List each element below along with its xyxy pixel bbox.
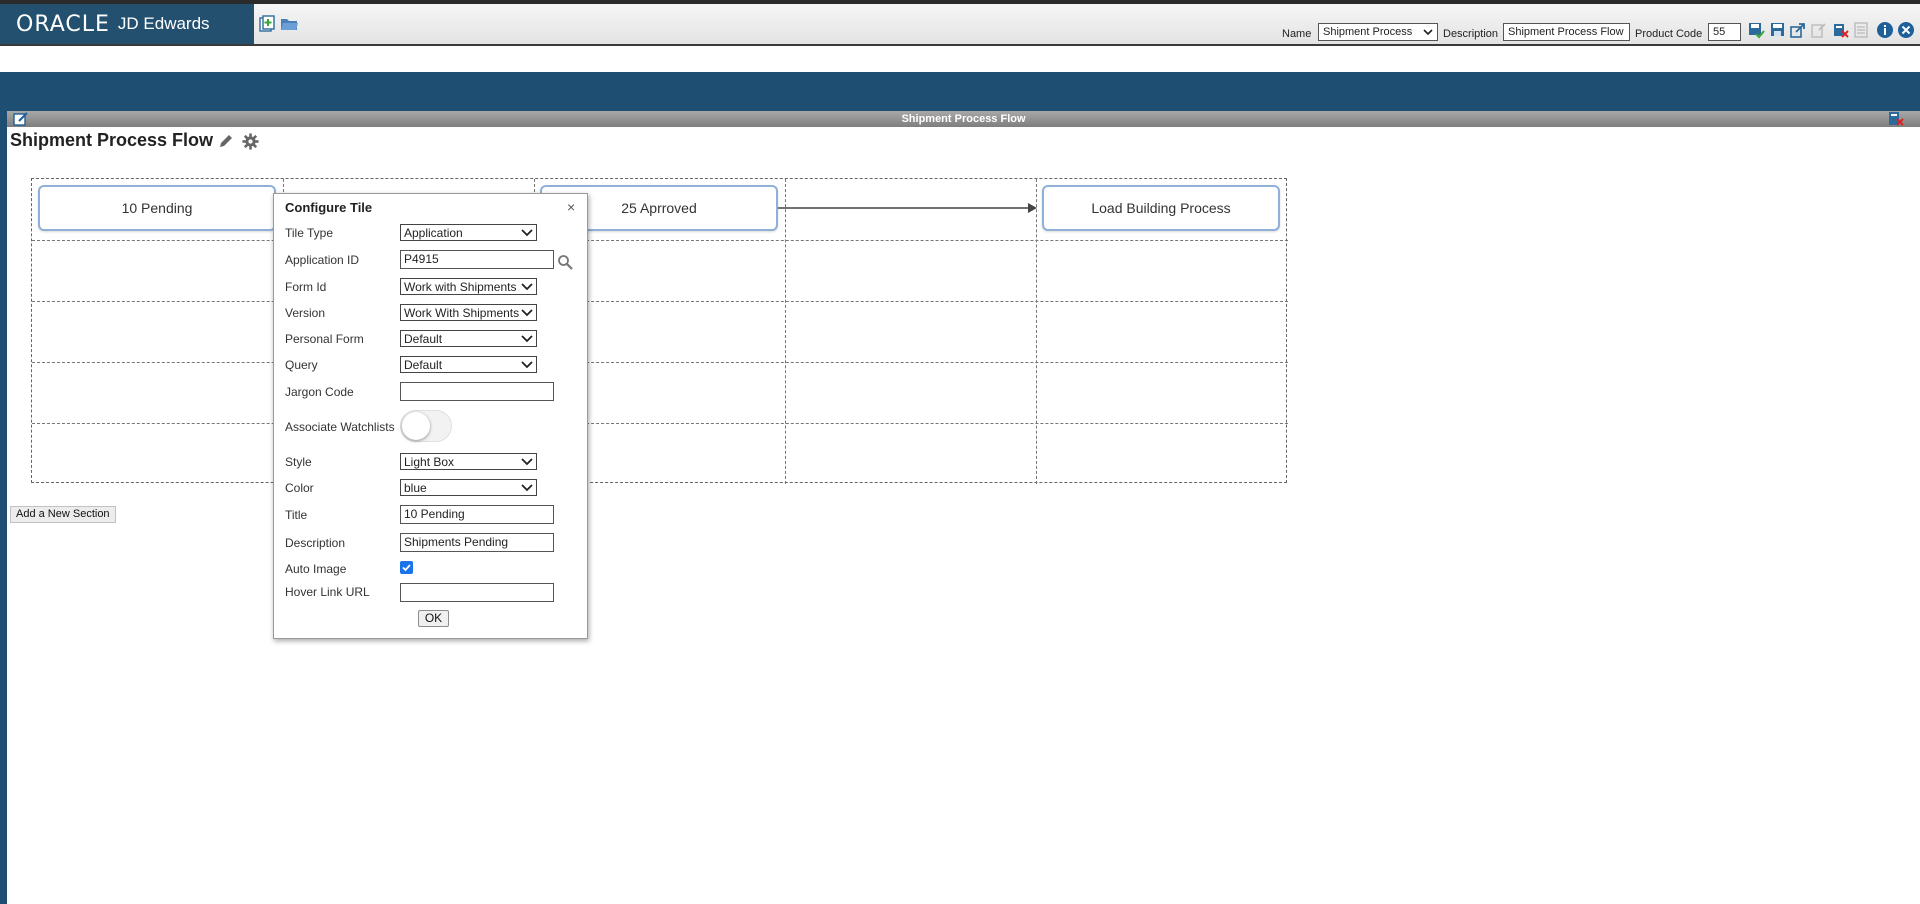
version-label: Version — [285, 306, 326, 320]
dialog-close-button[interactable]: × — [567, 200, 575, 214]
edit-panel-icon[interactable] — [13, 112, 29, 126]
version-value: Work With Shipments — [404, 305, 520, 320]
jargon-code-label: Jargon Code — [285, 385, 354, 399]
application-id-input[interactable]: P4915 — [400, 250, 554, 269]
query-label: Query — [285, 358, 318, 372]
personal-form-value: Default — [404, 331, 443, 346]
checkmark-icon — [402, 564, 411, 572]
delete-icon[interactable] — [1831, 21, 1849, 39]
application-id-label: Application ID — [285, 253, 360, 267]
personal-form-select[interactable]: Default — [400, 330, 537, 347]
associate-watchlists-toggle[interactable] — [400, 410, 452, 442]
query-value: Default — [404, 357, 443, 372]
brand-jde: JD Edwards — [117, 14, 210, 33]
request-publish-icon — [1811, 23, 1826, 38]
name-select[interactable]: Shipment Process — [1318, 23, 1438, 41]
search-icon[interactable] — [557, 254, 573, 270]
tile-type-value: Application — [404, 225, 463, 240]
version-select[interactable]: Work With Shipments — [400, 304, 537, 321]
form-id-select[interactable]: Work with Shipments — [400, 278, 537, 295]
color-label: Color — [285, 481, 314, 495]
pencil-icon[interactable] — [218, 133, 234, 149]
style-select[interactable]: Light Box — [400, 453, 537, 470]
panel-title-bar: Shipment Process Flow — [7, 111, 1920, 127]
auto-image-label: Auto Image — [285, 562, 347, 576]
share-icon[interactable] — [1789, 21, 1807, 39]
description-field-input[interactable]: Shipments Pending — [400, 533, 554, 552]
hover-link-url-label: Hover Link URL — [285, 585, 370, 599]
product-code-input[interactable]: 55 — [1708, 23, 1741, 41]
add-section-button[interactable]: Add a New Section — [10, 506, 116, 523]
tile-load-building-process[interactable]: Load Building Process — [1042, 185, 1280, 231]
grid-divider — [785, 179, 786, 484]
save-and-approve-icon[interactable] — [1747, 21, 1765, 39]
description-field-label: Description — [285, 536, 346, 550]
auto-image-checkbox[interactable] — [400, 561, 413, 574]
chevron-down-icon — [521, 308, 533, 316]
product-code-label: Product Code — [1635, 28, 1703, 40]
associate-watchlists-label: Associate Watchlists — [285, 420, 395, 434]
color-value: blue — [404, 480, 427, 495]
chevron-down-icon — [521, 282, 533, 290]
description-label: Description — [1443, 28, 1499, 40]
open-folder-icon[interactable] — [280, 15, 298, 33]
save-icon[interactable] — [1768, 21, 1786, 39]
page-banner — [0, 72, 1920, 111]
grid-divider — [32, 423, 1288, 424]
name-select-value: Shipment Process — [1323, 26, 1413, 38]
close-circle-icon[interactable] — [1897, 21, 1915, 39]
toggle-knob — [402, 412, 430, 440]
dialog-title: Configure Tile — [285, 200, 373, 215]
chevron-down-icon — [521, 483, 533, 491]
chevron-down-icon — [521, 457, 533, 465]
page-title: Shipment Process Flow — [10, 130, 214, 150]
gear-icon[interactable] — [242, 133, 259, 150]
tile-type-label: Tile Type — [285, 226, 334, 240]
chevron-down-icon — [1423, 28, 1433, 35]
info-icon[interactable] — [1876, 21, 1894, 39]
hover-link-url-input[interactable] — [400, 583, 554, 602]
title-input[interactable]: 10 Pending — [400, 505, 554, 524]
tile-10-pending[interactable]: 10 Pending — [38, 185, 276, 231]
chevron-down-icon — [521, 334, 533, 342]
flow-arrow — [778, 203, 1037, 213]
notes-icon — [1854, 22, 1868, 38]
ok-button[interactable]: OK — [418, 610, 449, 627]
grid-divider — [1036, 179, 1037, 484]
name-label: Name — [1282, 28, 1312, 40]
form-id-value: Work with Shipments — [404, 279, 517, 294]
grid-divider — [32, 240, 1288, 241]
brand-oracle: ORACLE — [16, 11, 110, 37]
style-label: Style — [285, 455, 312, 469]
personal-form-label: Personal Form — [285, 332, 364, 346]
title-label: Title — [285, 508, 308, 522]
chevron-down-icon — [521, 228, 533, 236]
color-select[interactable]: blue — [400, 479, 537, 496]
close-panel-icon[interactable] — [1887, 111, 1905, 127]
style-value: Light Box — [404, 454, 455, 469]
description-input[interactable]: Shipment Process Flow — [1503, 23, 1630, 41]
query-select[interactable]: Default — [400, 356, 537, 373]
grid-divider — [32, 301, 1288, 302]
jargon-code-input[interactable] — [400, 382, 554, 401]
left-border-strip — [0, 111, 7, 904]
form-id-label: Form Id — [285, 280, 327, 294]
chevron-down-icon — [521, 360, 533, 368]
configure-tile-dialog: Configure Tile × Tile Type Application A… — [273, 193, 588, 639]
tile-type-select[interactable]: Application — [400, 224, 537, 241]
new-page-icon[interactable] — [258, 15, 276, 33]
oracle-jde-logo: ORACLE JD Edwards — [0, 4, 254, 44]
grid-divider — [32, 362, 1288, 363]
app-header: ORACLE JD Edwards Name Shipment Process … — [0, 4, 1920, 46]
